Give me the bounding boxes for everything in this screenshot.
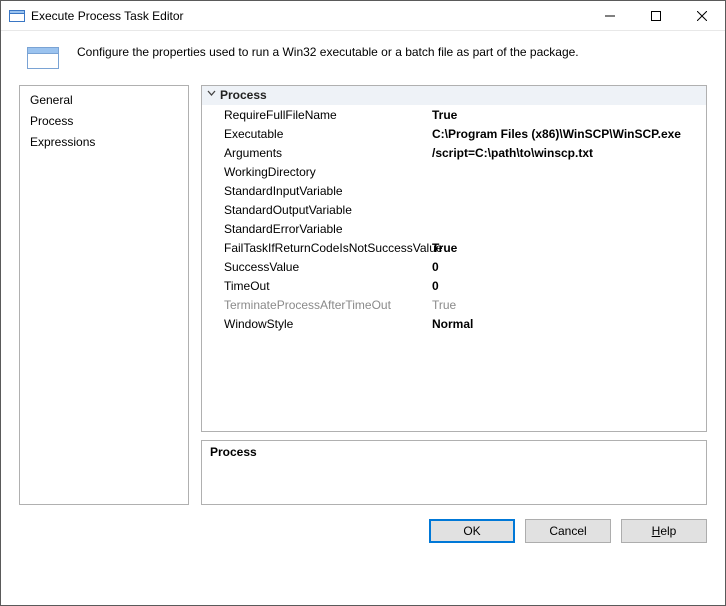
property-name: SuccessValue xyxy=(202,257,432,276)
property-name: RequireFullFileName xyxy=(202,105,432,124)
close-button[interactable] xyxy=(679,1,725,31)
property-value[interactable]: 0 xyxy=(432,276,706,295)
property-row[interactable]: FailTaskIfReturnCodeIsNotSuccessValueTru… xyxy=(202,238,706,257)
window-icon xyxy=(9,8,25,24)
dialog-footer: OK Cancel Help xyxy=(1,505,725,557)
property-name: Arguments xyxy=(202,143,432,162)
property-value[interactable]: Normal xyxy=(432,314,706,333)
sidebar-item-general[interactable]: General xyxy=(20,90,188,111)
sidebar-item-expressions[interactable]: Expressions xyxy=(20,132,188,153)
help-button[interactable]: Help xyxy=(621,519,707,543)
property-value[interactable] xyxy=(432,181,706,200)
property-row[interactable]: WindowStyleNormal xyxy=(202,314,706,333)
property-value[interactable] xyxy=(432,162,706,181)
property-row[interactable]: ExecutableC:\Program Files (x86)\WinSCP\… xyxy=(202,124,706,143)
ok-button[interactable]: OK xyxy=(429,519,515,543)
property-value[interactable]: 0 xyxy=(432,257,706,276)
property-row[interactable]: StandardOutputVariable xyxy=(202,200,706,219)
property-row[interactable]: WorkingDirectory xyxy=(202,162,706,181)
property-name: FailTaskIfReturnCodeIsNotSuccessValue xyxy=(202,238,432,257)
titlebar: Execute Process Task Editor xyxy=(1,1,725,31)
property-value[interactable]: C:\Program Files (x86)\WinSCP\WinSCP.exe xyxy=(432,124,706,143)
property-grid[interactable]: Process RequireFullFileNameTrueExecutabl… xyxy=(201,85,707,432)
maximize-button[interactable] xyxy=(633,1,679,31)
header-description: Configure the properties used to run a W… xyxy=(77,45,579,59)
property-name: StandardErrorVariable xyxy=(202,219,432,238)
property-value[interactable]: /script=C:\path\to\winscp.txt xyxy=(432,143,706,162)
property-row[interactable]: TerminateProcessAfterTimeOutTrue xyxy=(202,295,706,314)
header-icon xyxy=(27,47,59,69)
property-value[interactable] xyxy=(432,219,706,238)
cancel-button[interactable]: Cancel xyxy=(525,519,611,543)
property-name: TimeOut xyxy=(202,276,432,295)
property-value[interactable]: True xyxy=(432,105,706,124)
property-row[interactable]: TimeOut0 xyxy=(202,276,706,295)
property-row[interactable]: Arguments/script=C:\path\to\winscp.txt xyxy=(202,143,706,162)
collapse-icon[interactable] xyxy=(202,89,220,101)
property-name: StandardInputVariable xyxy=(202,181,432,200)
sidebar-item-process[interactable]: Process xyxy=(20,111,188,132)
property-name: TerminateProcessAfterTimeOut xyxy=(202,295,432,314)
description-title: Process xyxy=(210,445,698,459)
property-row[interactable]: StandardInputVariable xyxy=(202,181,706,200)
property-name: Executable xyxy=(202,124,432,143)
header: Configure the properties used to run a W… xyxy=(1,31,725,85)
sidebar: General Process Expressions xyxy=(19,85,189,505)
property-row[interactable]: SuccessValue0 xyxy=(202,257,706,276)
property-value[interactable]: True xyxy=(432,238,706,257)
property-row[interactable]: StandardErrorVariable xyxy=(202,219,706,238)
property-name: WindowStyle xyxy=(202,314,432,333)
window-title: Execute Process Task Editor xyxy=(31,9,184,23)
minimize-button[interactable] xyxy=(587,1,633,31)
category-label: Process xyxy=(220,88,267,102)
category-row[interactable]: Process xyxy=(202,86,706,105)
property-row[interactable]: RequireFullFileNameTrue xyxy=(202,105,706,124)
property-value[interactable] xyxy=(432,200,706,219)
property-value[interactable]: True xyxy=(432,295,706,314)
description-panel: Process xyxy=(201,440,707,505)
property-name: WorkingDirectory xyxy=(202,162,432,181)
property-name: StandardOutputVariable xyxy=(202,200,432,219)
